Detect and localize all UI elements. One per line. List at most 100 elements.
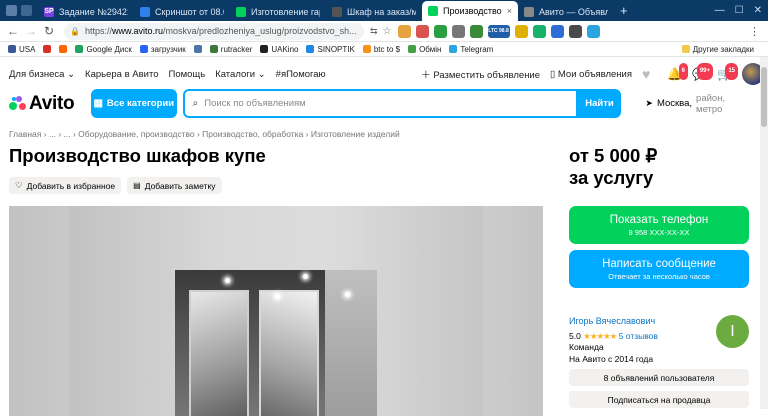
bookmark-label: Telegram [460, 44, 494, 54]
show-phone-button[interactable]: Показать телефон 8 958 XXX-XX-XX [569, 206, 749, 244]
bookmark-item[interactable] [59, 45, 68, 53]
cart-icon[interactable]: 🛒15 [717, 62, 738, 82]
tab-title: Изготовление гардер [251, 6, 320, 17]
bookmark-star-icon[interactable]: ☆ [383, 26, 392, 37]
bookmark-item[interactable]: Telegram [449, 45, 493, 54]
browser-menu-icon[interactable]: ⋮ [749, 25, 760, 38]
tab-list-icon[interactable] [21, 5, 32, 16]
browser-tab[interactable]: Авито — Объявлени [518, 2, 614, 21]
forward-icon[interactable]: → [22, 24, 40, 38]
price-unit: за услугу [569, 167, 654, 188]
close-tab-icon[interactable]: × [507, 6, 512, 16]
close-window-button[interactable]: ✕ [754, 5, 762, 16]
maximize-button[interactable]: ☐ [735, 5, 744, 16]
reload-icon[interactable]: ↻ [40, 24, 58, 38]
bookmark-item[interactable]: Обмін [408, 45, 441, 54]
browser-tab[interactable]: SP Задание №2942183 [38, 2, 134, 21]
extension-icon[interactable] [568, 24, 582, 38]
all-categories-label: Все категории [106, 98, 175, 109]
bookmark-item[interactable]: btc to $ [362, 45, 400, 54]
tab-title: Скриншот от 08.04.2 [155, 6, 224, 17]
translate-icon[interactable]: ⇆ [370, 26, 378, 37]
add-note-button[interactable]: ▤ Добавить заметку [127, 177, 222, 194]
bookmark-label: SINOPTIK [317, 44, 355, 54]
scrollbar-thumb[interactable] [761, 67, 767, 127]
all-categories-button[interactable]: ▦ Все категории [90, 89, 177, 118]
extension-icon[interactable] [415, 24, 429, 38]
nav-ya-pomogayu[interactable]: #яПомогаю [276, 69, 326, 80]
url-host: www.avito.ru [111, 26, 164, 36]
url-field[interactable]: 🔒 https://www.avito.ru/moskva/predlozhen… [64, 22, 364, 40]
subscribe-seller-button[interactable]: Подписаться на продавца [569, 391, 749, 408]
page-title: Производство шкафов купе [9, 145, 266, 166]
search-button[interactable]: Найти [577, 89, 622, 118]
bookmark-label: USA [19, 44, 36, 54]
bookmark-item[interactable] [193, 45, 202, 53]
seller-name[interactable]: Игорь Вячеславович [569, 316, 658, 328]
search-input[interactable]: ⌕ Поиск по объявлениям [182, 89, 578, 118]
minimize-button[interactable]: — [715, 5, 725, 16]
price: от 5 000 ₽ за услугу [569, 145, 657, 189]
bookmark-item[interactable]: Другие закладки [681, 45, 754, 54]
bookmark-favicon-icon [8, 45, 16, 53]
extension-icon[interactable] [433, 24, 447, 38]
avito-logo[interactable]: Avito [9, 93, 91, 115]
extension-icon[interactable] [514, 24, 528, 38]
price-value: от 5 000 ₽ [569, 145, 658, 166]
post-ad-link[interactable]: ＋ Разместить объявление [421, 67, 540, 81]
browser-tab[interactable]: Скриншот от 08.04.2 [134, 2, 230, 21]
seller-ads-button[interactable]: 8 объявлений пользователя [569, 369, 749, 386]
url-path: /moskva/predlozheniya_uslug/proizvodstvo… [163, 26, 357, 36]
lock-icon: 🔒 [70, 26, 80, 36]
extension-icon[interactable] [586, 24, 600, 38]
nav-catalogs[interactable]: Каталоги ⌄ [215, 69, 265, 80]
bookmark-label: rutracker [220, 44, 253, 54]
seller-reviews-link[interactable]: 5 отзывов [619, 331, 658, 341]
my-ads-link[interactable]: ▯ Мои объявления [550, 69, 632, 80]
bookmark-item[interactable]: USA [8, 45, 35, 54]
browser-tab[interactable]: Производство шк × [422, 1, 518, 21]
breadcrumb[interactable]: Главная › ... › ... › Оборудование, прои… [9, 129, 400, 139]
seller-avatar[interactable]: I [716, 315, 749, 348]
photo-gallery[interactable] [9, 206, 543, 416]
seller-info: Игорь Вячеславович 5.0 ★★★★★ 5 отзывов К… [569, 316, 658, 365]
bookmark-item[interactable] [43, 45, 52, 53]
bookmark-item[interactable]: rutracker [209, 44, 253, 54]
search-placeholder: Поиск по объявлениям [204, 98, 306, 109]
listing-actions: ♡ Добавить в избранное ▤ Добавить заметку [9, 177, 222, 194]
extension-icon[interactable] [469, 24, 483, 38]
nav-career[interactable]: Карьера в Авито [85, 69, 158, 80]
gallery-prev-area[interactable] [9, 206, 69, 416]
add-favorite-button[interactable]: ♡ Добавить в избранное [9, 177, 122, 194]
write-message-button[interactable]: Написать сообщение Отвечает за несколько… [569, 250, 749, 288]
back-icon[interactable]: ← [4, 24, 22, 38]
show-phone-label: Показать телефон [609, 213, 709, 226]
tab-bar-controls [6, 5, 32, 16]
favorites-heart-icon[interactable]: ♥ [642, 66, 657, 82]
bookmark-item[interactable]: SINOPTIK [306, 44, 355, 54]
messages-icon[interactable]: 💬99+ [692, 62, 713, 82]
page-scrollbar[interactable] [760, 57, 768, 409]
new-tab-button[interactable]: + [620, 3, 628, 18]
bookmark-favicon-icon [43, 45, 52, 53]
bookmark-item[interactable]: UAKino [260, 45, 298, 54]
browser-tab[interactable]: Изготовление гардер [230, 2, 326, 21]
nav-business[interactable]: Для бизнеса ⌄ [9, 69, 75, 80]
extension-icon[interactable] [451, 24, 465, 38]
notifications-bell-icon[interactable]: 🔔 6 [667, 62, 688, 82]
location-hint: район, метро [696, 92, 726, 115]
bookmark-item[interactable]: загрузчик [139, 45, 186, 54]
search-icon: ⌕ [192, 98, 199, 109]
extension-icon[interactable] [550, 24, 564, 38]
browser-tab[interactable]: Шкаф на заказ/мебел [326, 2, 422, 21]
extension-icon[interactable] [532, 24, 546, 38]
extension-icon[interactable] [397, 24, 411, 38]
extension-icon[interactable]: LTC 98.8 [487, 24, 510, 38]
workspaces-icon[interactable] [6, 5, 17, 16]
rating-stars-icon: ★★★★★ [583, 330, 617, 341]
notifications-badge: 6 [678, 62, 688, 80]
bookmark-item[interactable]: Google Диск [75, 45, 132, 54]
gallery-next-area[interactable] [483, 206, 543, 416]
location-selector[interactable]: ➤ Москва, район, метро [645, 93, 749, 115]
nav-help[interactable]: Помощь [169, 69, 206, 80]
